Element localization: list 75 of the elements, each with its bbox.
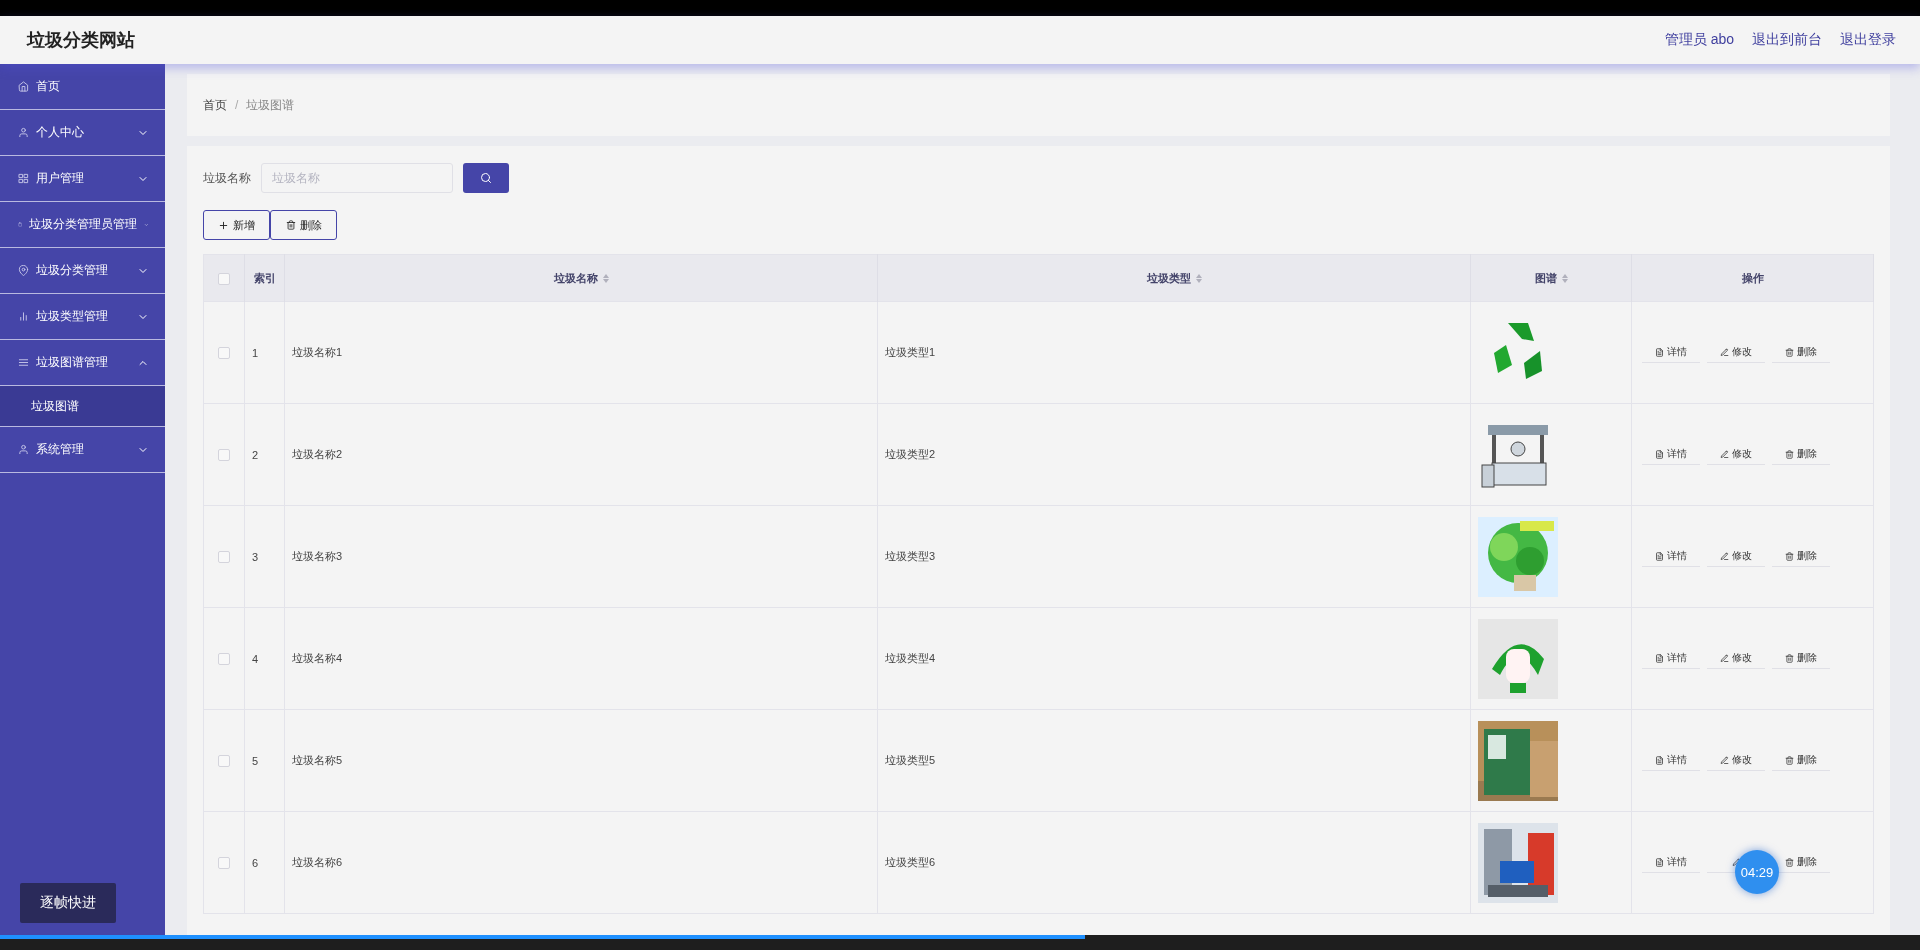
pencil-icon: [1720, 755, 1729, 765]
trash-icon: [1785, 857, 1794, 867]
menu-item-icon: [18, 357, 29, 368]
row-checkbox[interactable]: [218, 755, 230, 768]
table-cell: 2: [244, 403, 285, 506]
pencil-icon: [1720, 653, 1729, 663]
trash-icon: [1785, 755, 1794, 765]
table-cell: 垃圾名称3: [284, 505, 878, 608]
step-forward-button[interactable]: 逐帧快进: [20, 883, 116, 923]
row-checkbox[interactable]: [218, 347, 230, 360]
pencil-icon: [1720, 449, 1729, 459]
menu-item-icon: [18, 311, 29, 322]
pencil-icon: [1720, 347, 1729, 357]
select-all-checkbox[interactable]: [218, 272, 230, 285]
column-header[interactable]: 垃圾类型: [877, 254, 1471, 302]
add-button[interactable]: 新增: [203, 210, 270, 240]
document-icon: [1655, 857, 1664, 867]
breadcrumb-separator: /: [235, 98, 239, 112]
video-progress-track[interactable]: [0, 935, 1920, 950]
row-checkbox[interactable]: [218, 857, 230, 870]
table-cell: 4: [244, 607, 285, 710]
document-icon: [1655, 653, 1664, 663]
search-label: 垃圾名称: [203, 169, 251, 187]
menu-item-icon: [18, 173, 29, 184]
menu-item-icon: [18, 81, 29, 92]
table-cell: 垃圾名称2: [284, 403, 878, 506]
table-cell: 垃圾类型1: [877, 301, 1471, 404]
trash-icon: [1785, 551, 1794, 561]
table-cell: 垃圾类型5: [877, 709, 1471, 812]
search-icon: [480, 172, 492, 184]
search-field[interactable]: 垃圾名称: [261, 163, 453, 193]
trash-icon: [1785, 449, 1794, 459]
document-icon: [1655, 347, 1664, 357]
document-icon: [1655, 551, 1664, 561]
header-link[interactable]: 管理员 abo: [1664, 31, 1734, 49]
menu-item-icon: [18, 127, 29, 138]
row-checkbox[interactable]: [218, 653, 230, 666]
search-button[interactable]: [463, 163, 509, 193]
menu-item-icon: [18, 444, 29, 455]
site-title: 垃圾分类网站: [27, 29, 135, 52]
table-cell: 垃圾名称4: [284, 607, 878, 710]
table-cell: 3: [244, 505, 285, 608]
table-cell: 5: [244, 709, 285, 812]
delete-button[interactable]: 删除: [270, 210, 337, 240]
table-cell: 垃圾类型6: [877, 811, 1471, 914]
table-cell: 垃圾名称1: [284, 301, 878, 404]
column-header[interactable]: 垃圾名称: [284, 254, 878, 302]
document-icon: [1655, 449, 1664, 459]
column-header: 操作: [1631, 254, 1874, 302]
pencil-icon: [1720, 551, 1729, 561]
row-checkbox[interactable]: [218, 551, 230, 564]
table-cell: 1: [244, 301, 285, 404]
sort-icon[interactable]: [1195, 274, 1202, 284]
header-link[interactable]: 退出登录: [1840, 31, 1896, 49]
table-cell: 垃圾类型2: [877, 403, 1471, 506]
header-link[interactable]: 退出到前台: [1752, 31, 1822, 49]
sort-icon[interactable]: [602, 274, 609, 284]
menu-item-icon: [18, 219, 23, 230]
column-header[interactable]: 图谱: [1470, 254, 1632, 302]
trash-icon: [1785, 653, 1794, 663]
sidebar-subitem[interactable]: 垃圾图谱: [0, 386, 165, 427]
trash-icon: [285, 220, 296, 230]
column-header: 索引: [244, 254, 285, 302]
row-checkbox[interactable]: [218, 449, 230, 462]
menu-item-icon: [18, 265, 29, 276]
table-cell: 垃圾类型4: [877, 607, 1471, 710]
table-cell: 6: [244, 811, 285, 914]
breadcrumb-link[interactable]: 首页: [203, 96, 227, 114]
trash-icon: [1785, 347, 1794, 357]
plus-icon: [218, 219, 229, 231]
table-cell: 垃圾名称6: [284, 811, 878, 914]
sort-icon[interactable]: [1561, 274, 1568, 284]
table-cell: 垃圾类型3: [877, 505, 1471, 608]
table-cell: 垃圾名称5: [284, 709, 878, 812]
document-icon: [1655, 755, 1664, 765]
